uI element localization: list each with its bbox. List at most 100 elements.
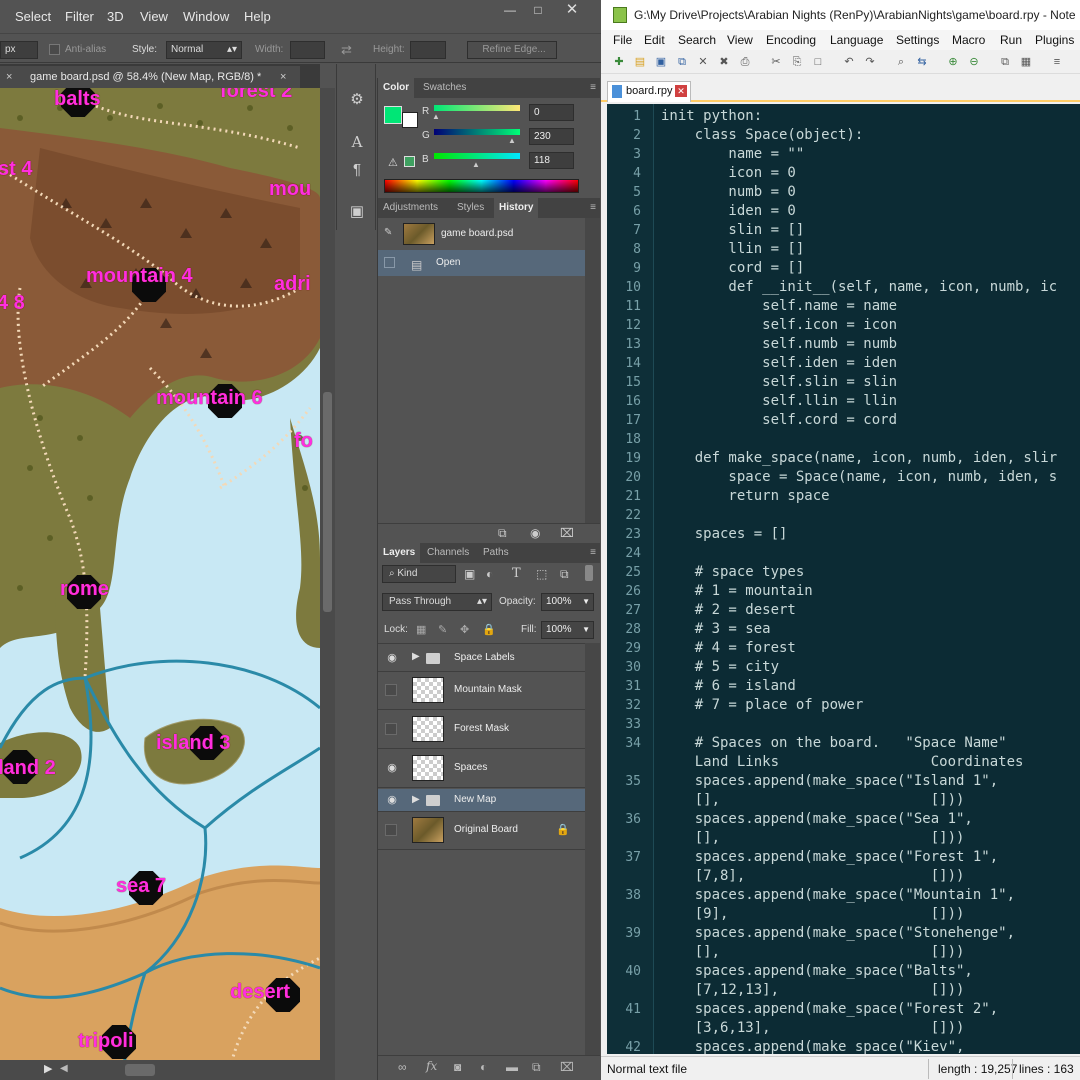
panel-menu-icon[interactable]: ≡	[590, 547, 596, 558]
slider-handle-icon[interactable]: ▲	[508, 136, 516, 145]
code-editor[interactable]: 1 2 3 4 5 6 7 8 9 10 11 12 13 14 15 16 17 18 19 20 21 22 23 24 2…	[607, 104, 1080, 1055]
3d-cube-icon[interactable]: ▣	[347, 202, 367, 222]
scroll-right-icon[interactable]: ▶	[44, 1062, 52, 1075]
sync-horizontal-icon[interactable]: ▦	[1018, 54, 1034, 70]
canvas-horizontal-scrollbar[interactable]: ▶ ◀	[0, 1060, 335, 1080]
trash-icon[interactable]: ⌧	[560, 1060, 574, 1074]
smart-object-filter-icon[interactable]: ⧉	[560, 567, 569, 582]
close-icon[interactable]: ✕	[557, 2, 587, 20]
g-value-field[interactable]: 230	[529, 128, 574, 145]
print-icon[interactable]: ⎙	[737, 54, 753, 70]
b-slider[interactable]	[434, 153, 520, 159]
redo-icon[interactable]: ↷	[862, 54, 878, 70]
visibility-box[interactable]	[385, 723, 397, 735]
tab-close-icon[interactable]: ✕	[675, 85, 687, 97]
tab-color[interactable]: Color	[378, 78, 415, 98]
slider-handle-icon[interactable]: ▲	[472, 160, 480, 169]
r-slider[interactable]	[434, 105, 520, 111]
b-value-field[interactable]: 118	[529, 152, 574, 169]
new-file-icon[interactable]: ✚	[611, 54, 627, 70]
menu-3d[interactable]: 3D	[107, 9, 124, 24]
menu-file[interactable]: File	[613, 33, 632, 47]
zoom-out-icon[interactable]: ⊖	[966, 54, 982, 70]
close-all-icon[interactable]: ✖	[716, 54, 732, 70]
foreground-swatch[interactable]	[384, 106, 402, 124]
history-snapshot-row[interactable]: ✎ game board.psd	[378, 220, 585, 248]
opacity-field[interactable]: 100% ▼	[541, 593, 594, 611]
pixel-filter-icon[interactable]: ▣	[464, 567, 475, 581]
eye-icon[interactable]: ◉	[384, 650, 400, 666]
menu-edit[interactable]: Edit	[644, 33, 665, 47]
document-canvas[interactable]: balts forest 2 st 4 mou mountain 4 adri …	[0, 88, 320, 1060]
lock-move-icon[interactable]: ✥	[460, 623, 469, 636]
background-swatch[interactable]	[402, 112, 418, 128]
find-icon[interactable]: ⌕	[893, 54, 909, 70]
adjustment-filter-icon[interactable]: ◐	[486, 567, 493, 581]
tab-adjustments[interactable]: Adjustments	[378, 198, 443, 218]
link-icon[interactable]: ∞	[398, 1060, 407, 1074]
paragraph-icon[interactable]: ¶	[347, 160, 367, 180]
expand-arrow-icon[interactable]: ▶	[412, 794, 420, 805]
maximize-icon[interactable]: □	[523, 2, 553, 20]
tab-close-icon[interactable]: ×	[280, 66, 286, 88]
new-group-icon[interactable]: ▬	[506, 1060, 518, 1074]
camera-icon[interactable]: ◉	[530, 526, 540, 540]
style-select[interactable]: Normal ▴▾	[166, 41, 242, 59]
tab-close-icon[interactable]: ×	[6, 66, 12, 88]
height-field[interactable]	[410, 41, 446, 59]
code-text-area[interactable]: init python: class Space(object): name =…	[655, 104, 1080, 1054]
slider-handle-icon[interactable]: ▲	[432, 112, 440, 121]
tab-layers[interactable]: Layers	[378, 543, 421, 563]
open-file-icon[interactable]: ▤	[632, 54, 648, 70]
zoom-in-icon[interactable]: ⊕	[945, 54, 961, 70]
tab-styles[interactable]: Styles	[452, 198, 489, 218]
trash-icon[interactable]: ⌧	[560, 526, 574, 540]
feather-field[interactable]: px	[0, 41, 38, 59]
visibility-box[interactable]	[385, 684, 397, 696]
type-filter-icon[interactable]: T	[512, 566, 521, 581]
scroll-thumb[interactable]	[323, 392, 332, 612]
filter-toggle[interactable]	[585, 565, 593, 581]
history-scrollbar[interactable]	[585, 218, 600, 523]
history-source-checkbox[interactable]	[384, 257, 395, 268]
history-state-row[interactable]: ▤ Open	[378, 250, 585, 276]
new-document-icon[interactable]: ⧉	[498, 526, 507, 541]
adjustment-layer-icon[interactable]: ◐	[480, 1060, 487, 1074]
menu-select[interactable]: Select	[15, 9, 51, 24]
panel-menu-icon[interactable]: ≡	[590, 202, 596, 213]
sync-scroll-icon[interactable]: ⧉	[997, 54, 1013, 70]
visibility-box[interactable]	[385, 824, 397, 836]
layer-row[interactable]: Original Board 🔒	[378, 812, 585, 850]
menu-macro[interactable]: Macro	[952, 33, 985, 47]
word-wrap-icon[interactable]: ≡	[1049, 54, 1065, 70]
layer-row[interactable]: Forest Mask	[378, 711, 585, 749]
save-all-icon[interactable]: ⧉	[674, 54, 690, 70]
lock-transparency-icon[interactable]: ▦	[416, 623, 426, 636]
gamut-warning-icon[interactable]: ⚠	[388, 156, 398, 169]
menu-settings[interactable]: Settings	[896, 33, 939, 47]
replace-icon[interactable]: ⇆	[914, 54, 930, 70]
menu-help[interactable]: Help	[244, 9, 271, 24]
blend-mode-select[interactable]: Pass Through ▴▾	[382, 593, 492, 611]
fx-icon[interactable]: fx	[426, 1059, 437, 1073]
width-field[interactable]	[290, 41, 325, 59]
character-icon[interactable]: A	[347, 132, 367, 152]
new-layer-icon[interactable]: ⧉	[532, 1060, 541, 1075]
close-file-icon[interactable]: ✕	[695, 54, 711, 70]
scroll-left-icon[interactable]: ◀	[60, 1063, 68, 1074]
document-tab[interactable]: × game board.psd @ 58.4% (New Map, RGB/8…	[0, 66, 300, 88]
cut-icon[interactable]: ✂	[768, 54, 784, 70]
tab-paths[interactable]: Paths	[478, 543, 514, 563]
dropdown-arrow-icon[interactable]: ▼	[582, 622, 590, 638]
layer-row-selected[interactable]: ◉ ▶ New Map	[378, 789, 585, 812]
r-value-field[interactable]: 0	[529, 104, 574, 121]
undo-icon[interactable]: ↶	[841, 54, 857, 70]
menu-search[interactable]: Search	[678, 33, 716, 47]
save-icon[interactable]: ▣	[653, 54, 669, 70]
menu-filter[interactable]: Filter	[65, 9, 94, 24]
anti-alias-checkbox[interactable]	[49, 44, 60, 55]
dropdown-arrow-icon[interactable]: ▼	[582, 594, 590, 610]
menu-window[interactable]: Window	[183, 9, 229, 24]
tab-history[interactable]: History	[494, 198, 539, 218]
tab-channels[interactable]: Channels	[422, 543, 474, 563]
